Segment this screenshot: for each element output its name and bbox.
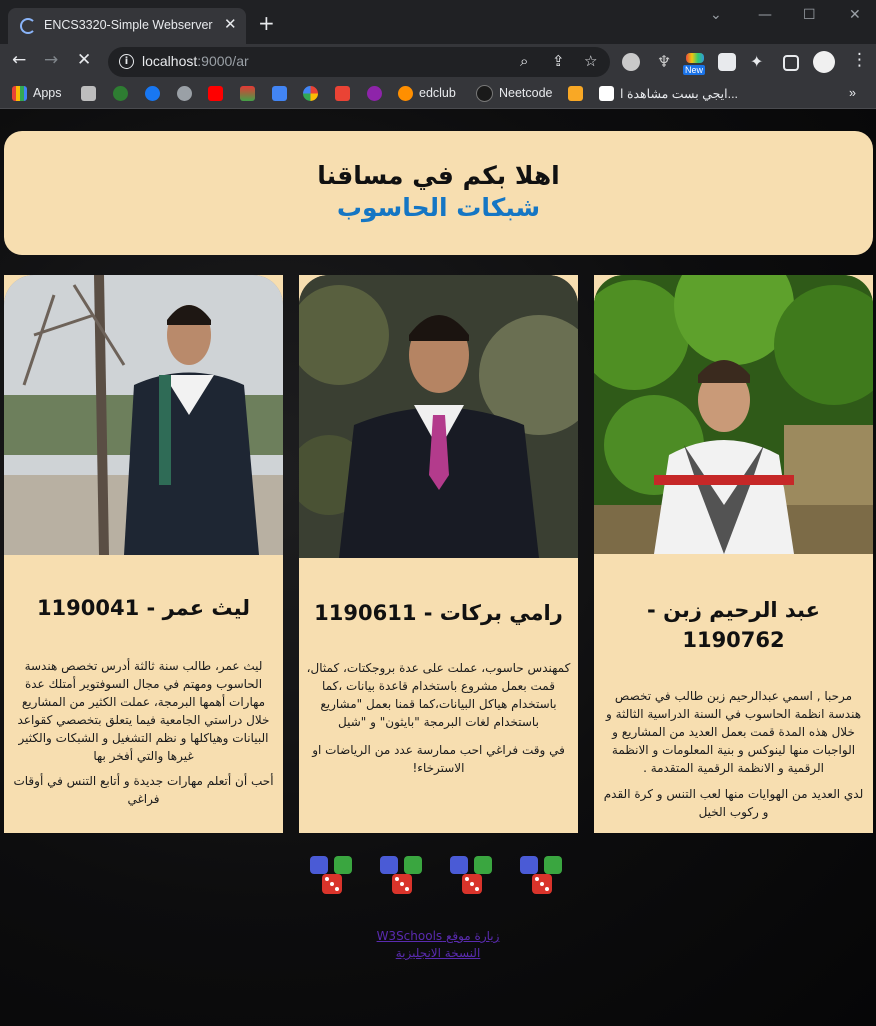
menu-kebab-icon[interactable]: ⋮ — [851, 50, 868, 70]
member-bio: مرحبا , اسمي عبدالرحيم زبن طالب في تخصص … — [605, 689, 862, 775]
bookmark-favicon-4[interactable] — [367, 84, 388, 102]
neetcode-icon — [476, 84, 493, 102]
gmail-icon[interactable] — [335, 84, 356, 102]
facebook-icon[interactable] — [145, 84, 166, 102]
youtube-icon[interactable] — [208, 84, 229, 102]
extension-owl-icon[interactable] — [622, 53, 640, 71]
google-icon[interactable] — [303, 84, 324, 102]
page-subtitle: شبكات الحاسوب — [336, 193, 541, 222]
egybest-icon — [599, 85, 614, 101]
bookmark-favicon-2[interactable] — [113, 84, 134, 102]
back-arrow-icon[interactable]: ← — [12, 50, 26, 70]
extensions-puzzle-icon[interactable]: ✦ — [750, 53, 768, 71]
translate-icon[interactable] — [272, 84, 293, 102]
bookmark-neetcode[interactable]: Neetcode — [476, 84, 553, 102]
loading-spinner-icon — [20, 18, 36, 34]
site-info-icon[interactable]: i — [119, 54, 134, 69]
member-bio: ليث عمر، طالب سنة ثالثة أدرس تخصص هندسة … — [17, 659, 270, 763]
bookmark-star-icon[interactable]: ☆ — [584, 52, 597, 70]
bookmark-edclub[interactable]: edclub — [398, 84, 456, 102]
dice-icon — [450, 856, 492, 894]
bookmark-favicon-3[interactable] — [240, 84, 261, 102]
dice-icon — [520, 856, 562, 894]
browser-tab[interactable]: ENCS3320-Simple Webserver ✕ — [8, 8, 246, 44]
close-window-icon[interactable]: ✕ — [849, 7, 861, 23]
address-bar[interactable]: i localhost:9000/ar ⌕ ⇪ ☆ — [108, 47, 610, 77]
profile-avatar[interactable] — [813, 51, 835, 73]
team-card: رامي بركات - 1190611 كمهندس حاسوب، عملت … — [299, 275, 578, 833]
dice-icon — [310, 856, 352, 894]
side-panel-icon[interactable] — [783, 55, 799, 71]
tab-strip: ENCS3320-Simple Webserver ✕ + ⌄ — ☐ ✕ — [0, 0, 876, 44]
member-photo — [4, 275, 283, 555]
member-hobbies: في وقت فراغي احب ممارسة عدد من الرياضات … — [312, 743, 565, 775]
bookmark-egybest[interactable]: ايجي بست مشاهدة ا... — [599, 84, 738, 102]
maximize-icon[interactable]: ☐ — [803, 7, 816, 23]
close-tab-icon[interactable]: ✕ — [224, 15, 237, 33]
dice-icon — [380, 856, 422, 894]
bookmark-apps[interactable]: Apps — [12, 84, 62, 102]
edclub-icon — [398, 85, 413, 101]
member-photo — [299, 275, 578, 558]
bookmark-favicon-5[interactable] — [568, 84, 589, 102]
member-name: ليث عمر - 1190041 — [36, 596, 251, 620]
tab-title: ENCS3320-Simple Webserver — [44, 18, 213, 32]
w3schools-link[interactable]: زيارة موقع W3Schools — [0, 928, 876, 945]
page-title: اهلا بكم في مساقنا — [317, 161, 560, 190]
bookmark-favicon-1[interactable] — [81, 84, 102, 102]
page-body: اهلا بكم في مساقنا شبكات الحاسوب عبد الر… — [0, 109, 876, 1026]
tab-search-chevron-icon[interactable]: ⌄ — [710, 7, 722, 23]
team-card: عبد الرحيم زبن - 1190762 مرحبا , اسمي عب… — [594, 275, 873, 833]
member-photo-image — [299, 275, 578, 558]
globe-icon[interactable] — [177, 84, 198, 102]
extension-rainbow-icon[interactable] — [686, 53, 704, 63]
url-text[interactable]: localhost:9000/ar — [142, 53, 249, 69]
member-bio: كمهندس حاسوب، عملت على عدة بروجكتات، كمث… — [306, 661, 571, 729]
member-photo-image — [4, 275, 283, 555]
share-icon[interactable]: ⇪ — [552, 52, 565, 70]
minimize-icon[interactable]: — — [758, 7, 772, 23]
member-hobbies: أحب أن أتعلم مهارات جديدة و أتابع التنس … — [13, 774, 274, 806]
member-photo — [594, 275, 873, 554]
member-name: رامي بركات - 1190611 — [314, 601, 563, 625]
stop-loading-icon[interactable]: ✕ — [77, 50, 91, 70]
browser-toolbar: ← → ✕ i localhost:9000/ar ⌕ ⇪ ☆ ♆ New ✦ … — [0, 44, 876, 78]
bookmarks-overflow-icon[interactable]: » — [849, 84, 856, 102]
extension-octopus-icon[interactable]: ♆ — [655, 53, 673, 71]
member-photo-image — [594, 275, 873, 554]
zoom-icon[interactable]: ⌕ — [520, 52, 528, 70]
member-hobbies: لدي العديد من الهوايات منها لعب التنس و … — [603, 787, 864, 819]
new-tab-icon[interactable]: + — [258, 13, 275, 33]
new-badge: New — [683, 65, 706, 75]
extension-chart-icon[interactable] — [718, 53, 736, 71]
apps-grid-icon — [12, 85, 27, 101]
member-name: عبد الرحيم زبن - 1190762 — [647, 598, 820, 652]
english-version-link[interactable]: النسخة الانجليزية — [0, 945, 876, 962]
bookmarks-bar: Apps edclub Neetcode ايجي بست مشاهدة ا..… — [0, 78, 876, 109]
team-card: ليث عمر - 1190041 ليث عمر، طالب سنة ثالث… — [4, 275, 283, 833]
footer-links: زيارة موقع W3Schools النسخة الانجليزية — [0, 928, 876, 962]
welcome-header: اهلا بكم في مساقنا شبكات الحاسوب — [4, 131, 873, 255]
forward-arrow-icon[interactable]: → — [44, 50, 58, 70]
